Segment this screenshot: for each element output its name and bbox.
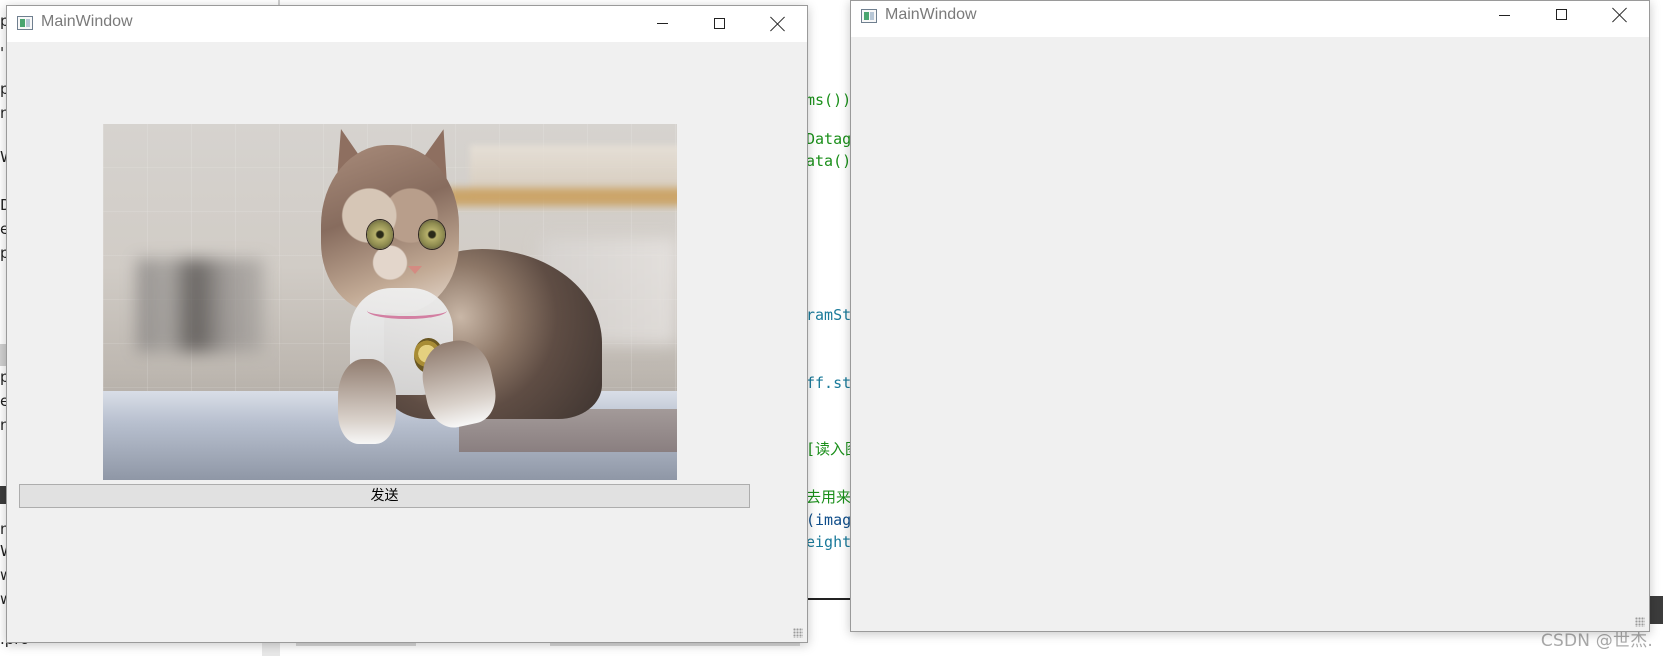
code-fragment: Datag	[806, 130, 852, 148]
close-button[interactable]	[1591, 1, 1649, 37]
app-icon	[861, 9, 877, 23]
close-button[interactable]	[749, 6, 807, 42]
code-fragment: 去用来	[806, 488, 852, 506]
send-button[interactable]: 发送	[19, 484, 750, 508]
code-fragment: ramSt	[806, 306, 852, 324]
cat-left-paw	[338, 358, 396, 445]
sidebar-fragment: '	[0, 44, 5, 62]
main-window-left: MainWindow 发送	[6, 5, 808, 643]
minimize-icon	[657, 23, 668, 24]
minimize-button[interactable]	[633, 6, 691, 42]
code-fragment: ff.st	[806, 374, 852, 392]
photo-background-bottles	[137, 259, 264, 352]
titlebar-right: MainWindow	[851, 1, 1649, 37]
window-title: MainWindow	[885, 6, 977, 23]
code-fragment: ms())	[806, 91, 852, 109]
window-controls	[633, 6, 807, 42]
close-icon	[770, 16, 786, 32]
close-icon	[1612, 7, 1628, 23]
main-window-right: MainWindow	[850, 0, 1650, 632]
code-fragment: ata()	[806, 152, 852, 170]
background-right-strip	[1650, 596, 1663, 624]
cat-right-eye	[418, 220, 445, 249]
window-title: MainWindow	[41, 13, 133, 30]
code-fragment: (imag	[806, 511, 852, 529]
titlebar-left: MainWindow	[7, 6, 807, 42]
maximize-icon	[714, 18, 725, 29]
cat-left-eye	[367, 220, 393, 249]
editor-underline	[806, 598, 850, 600]
minimize-icon	[1499, 15, 1510, 16]
resize-grip-icon[interactable]	[793, 628, 803, 638]
minimize-button[interactable]	[1475, 1, 1533, 37]
window-controls	[1475, 1, 1649, 37]
app-icon	[17, 16, 33, 30]
maximize-icon	[1556, 9, 1567, 20]
code-fragment: eight	[806, 533, 852, 551]
maximize-button[interactable]	[691, 6, 749, 42]
maximize-button[interactable]	[1533, 1, 1591, 37]
photo-shelf	[447, 188, 677, 206]
cat-nose	[408, 266, 423, 275]
cat-photo	[103, 124, 677, 480]
resize-grip-icon[interactable]	[1635, 617, 1645, 627]
